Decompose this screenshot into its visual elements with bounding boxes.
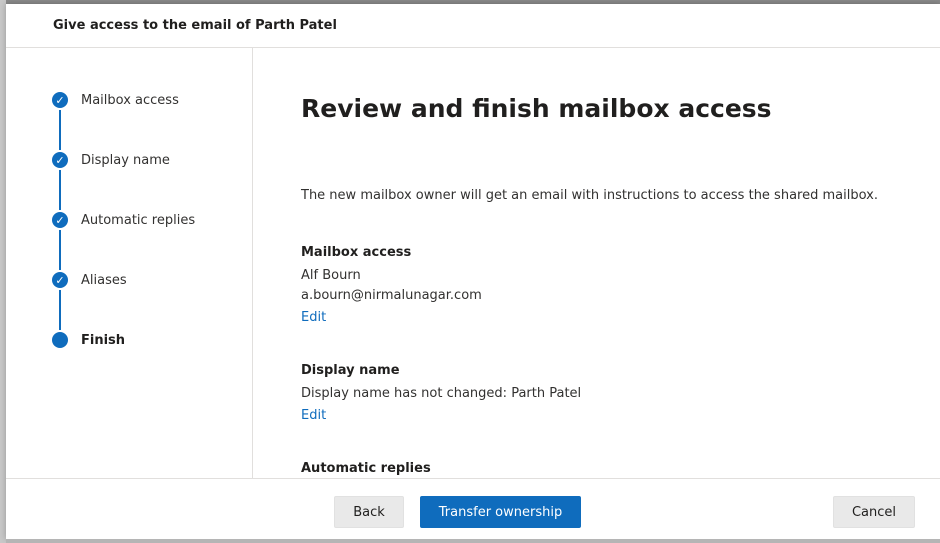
step-connector <box>59 110 61 150</box>
transfer-ownership-button[interactable]: Transfer ownership <box>420 496 581 528</box>
filled-circle-icon <box>52 332 68 348</box>
step-aliases[interactable]: ✓ Aliases <box>52 270 127 290</box>
edit-display-name-link[interactable]: Edit <box>301 408 326 423</box>
panel-footer: Back Transfer ownership Cancel <box>6 478 940 540</box>
step-display-name[interactable]: ✓ Display name <box>52 150 170 170</box>
step-mailbox-access[interactable]: ✓ Mailbox access <box>52 90 179 110</box>
step-connector <box>59 290 61 330</box>
step-connector <box>59 170 61 210</box>
step-label: Aliases <box>81 272 127 288</box>
step-automatic-replies[interactable]: ✓ Automatic replies <box>52 210 195 230</box>
checkmark-icon: ✓ <box>52 92 68 108</box>
edit-mailbox-access-link[interactable]: Edit <box>301 310 326 325</box>
section-heading: Automatic replies <box>301 461 431 476</box>
step-label: Automatic replies <box>81 212 196 228</box>
checkmark-icon: ✓ <box>52 152 68 168</box>
checkmark-icon: ✓ <box>52 272 68 288</box>
section-heading: Display name <box>301 363 400 378</box>
panel-title: Give access to the email of Parth Patel <box>53 18 337 33</box>
back-button[interactable]: Back <box>334 496 404 528</box>
automatic-replies-section: Automatic replies <box>301 461 901 478</box>
step-label: Finish <box>81 332 126 348</box>
step-finish: Finish <box>52 330 125 350</box>
step-list: ✓ Mailbox access ✓ Display name ✓ Automa… <box>6 48 253 478</box>
intro-text: The new mailbox owner will get an email … <box>301 188 878 203</box>
mailbox-access-section: Mailbox access Alf Bourn a.bourn@nirmalu… <box>301 245 901 325</box>
cancel-button[interactable]: Cancel <box>833 496 915 528</box>
background-edge <box>6 539 940 543</box>
page-title: Review and finish mailbox access <box>301 94 772 123</box>
owner-name: Alf Bourn <box>301 268 361 283</box>
access-panel: Give access to the email of Parth Patel … <box>6 4 940 540</box>
display-name-section: Display name Display name has not change… <box>301 363 901 423</box>
step-connector <box>59 230 61 270</box>
section-heading: Mailbox access <box>301 245 412 260</box>
panel-header: Give access to the email of Parth Patel <box>6 4 940 48</box>
step-label: Mailbox access <box>81 92 179 108</box>
step-label: Display name <box>81 152 170 168</box>
review-content: Review and finish mailbox access The new… <box>253 48 940 478</box>
owner-email: a.bourn@nirmalunagar.com <box>301 288 482 303</box>
checkmark-icon: ✓ <box>52 212 68 228</box>
display-name-text: Display name has not changed: Parth Pate… <box>301 386 582 401</box>
